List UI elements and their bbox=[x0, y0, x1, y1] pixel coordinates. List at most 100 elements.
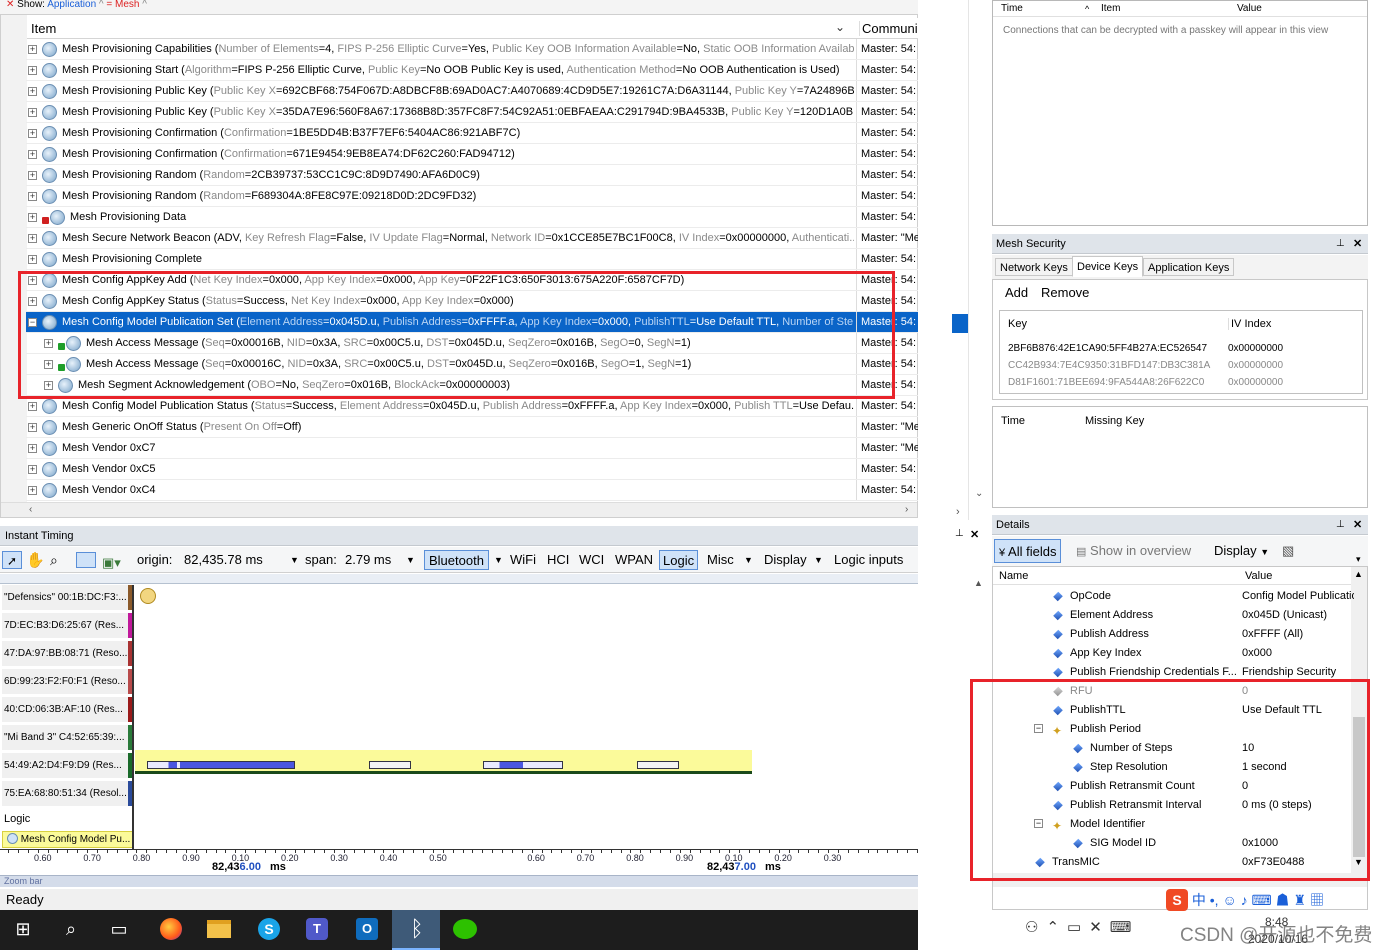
device-lane[interactable]: 7D:EC:B3:D6:25:67 (Res... bbox=[2, 613, 132, 639]
detail-row[interactable]: − ✦ Publish Period bbox=[994, 720, 1354, 739]
caret-up-icon[interactable]: ^ bbox=[1085, 1, 1089, 17]
connections-scrollbar[interactable]: ⌄ bbox=[968, 0, 990, 520]
layout-icon[interactable] bbox=[76, 552, 96, 568]
expand-toggle-icon[interactable]: + bbox=[28, 129, 37, 138]
packet-row[interactable]: + Mesh Provisioning Capabilities (Number o… bbox=[26, 39, 918, 60]
expand-toggle-icon[interactable]: + bbox=[28, 192, 37, 201]
search-icon[interactable]: ⌕ bbox=[56, 912, 86, 946]
display-dropdown[interactable]: Display ▼ bbox=[1214, 536, 1269, 567]
misc-dropdown-icon[interactable]: ▼ bbox=[744, 547, 753, 572]
pan-tool-icon[interactable]: ✋ bbox=[26, 548, 45, 572]
packet-list-scrollbar[interactable]: ‹ › bbox=[1, 502, 917, 517]
packet-row[interactable]: + Mesh Config AppKey Add (Net Key Index=0x… bbox=[26, 270, 918, 291]
task-view-icon[interactable]: ▭ bbox=[104, 912, 134, 946]
teams-icon[interactable]: T bbox=[302, 912, 332, 946]
packet-row[interactable]: + Mesh Provisioning Complete Master: 54: bbox=[26, 249, 918, 270]
expand-toggle-icon[interactable]: + bbox=[28, 423, 37, 432]
packet-row[interactable]: + Mesh Provisioning Start (Algorithm=FIPS … bbox=[26, 60, 918, 81]
volume-mute-icon[interactable]: ✕ bbox=[1089, 919, 1110, 936]
punctuation-icon[interactable]: •, bbox=[1210, 892, 1219, 908]
filter-mesh[interactable]: Mesh bbox=[115, 0, 139, 10]
expand-toggle-icon[interactable]: + bbox=[28, 150, 37, 159]
detail-row[interactable]: TransMIC 0xF73E0488 bbox=[994, 853, 1354, 872]
expand-toggle-icon[interactable]: + bbox=[28, 486, 37, 495]
tab-hci[interactable]: HCI bbox=[547, 547, 569, 572]
sogou-icon[interactable]: S bbox=[1166, 889, 1188, 911]
packet-block[interactable] bbox=[369, 761, 411, 769]
bluetooth-dropdown-icon[interactable]: ▼ bbox=[494, 547, 503, 572]
tab-wifi[interactable]: WiFi bbox=[510, 547, 536, 572]
detail-row[interactable]: Number of Steps 10 bbox=[994, 739, 1354, 758]
details-hscrollbar[interactable] bbox=[993, 873, 1367, 887]
packet-row[interactable]: + Mesh Vendor 0xC4 Master: 54: bbox=[26, 480, 918, 501]
packet-row[interactable]: + Mesh Provisioning Confirmation (Confirma… bbox=[26, 123, 918, 144]
col-value-header[interactable]: Value bbox=[1245, 567, 1272, 585]
show-overview-button[interactable]: ▤ Show in overview bbox=[1076, 536, 1191, 567]
logic-item[interactable]: Mesh Config Model Pu... bbox=[2, 831, 133, 848]
origin-input[interactable]: 82,435.78 ms bbox=[184, 547, 263, 572]
packet-block[interactable] bbox=[483, 761, 563, 769]
device-lane[interactable]: "Defensics" 00:1B:DC:F3:... bbox=[2, 585, 132, 611]
tab-device-keys[interactable]: Device Keys bbox=[1072, 256, 1144, 277]
tab-misc[interactable]: Misc bbox=[707, 547, 734, 572]
firefox-icon[interactable] bbox=[156, 912, 186, 946]
tab-application-keys[interactable]: Application Keys bbox=[1143, 258, 1235, 276]
device-lane[interactable]: 54:49:A2:D4:F9:D9 (Res... bbox=[2, 753, 132, 779]
marker-icon[interactable]: ▣▾ bbox=[102, 550, 121, 572]
tab-display[interactable]: Display bbox=[764, 547, 807, 572]
collapse-toggle-icon[interactable]: − bbox=[1034, 724, 1043, 733]
detail-row[interactable]: Publish Retransmit Interval 0 ms (0 steps… bbox=[994, 796, 1354, 815]
detail-row[interactable]: OpCode Config Model Publicatio bbox=[994, 587, 1354, 606]
expand-toggle-icon[interactable]: + bbox=[28, 255, 37, 264]
detail-row[interactable]: − ✦ Model Identifier bbox=[994, 815, 1354, 834]
remove-button[interactable]: Remove bbox=[1041, 285, 1089, 300]
packet-row[interactable]: + Mesh Provisioning Public Key (Public Key… bbox=[26, 102, 918, 123]
all-fields-button[interactable]: ¥ All fields bbox=[994, 539, 1062, 563]
origin-dropdown-icon[interactable]: ▼ bbox=[290, 547, 299, 572]
file-explorer-icon[interactable] bbox=[204, 912, 234, 946]
detail-row[interactable]: Step Resolution 1 second bbox=[994, 758, 1354, 777]
tab-bluetooth[interactable]: Bluetooth bbox=[424, 550, 489, 570]
expand-toggle-icon[interactable]: + bbox=[28, 171, 37, 180]
pin-icon[interactable]: ⊥ bbox=[1336, 515, 1345, 535]
detail-row[interactable]: Publish Friendship Credentials F... Frien… bbox=[994, 663, 1354, 682]
windows-start-icon[interactable]: ⊞ bbox=[8, 912, 38, 946]
scroll-right-icon[interactable]: › bbox=[956, 506, 960, 518]
key-row[interactable]: D81F1601:71BEE694:9FA544A8:26F622C0 0x000… bbox=[1006, 374, 1356, 391]
col-missing-key-header[interactable]: Missing Key bbox=[1085, 415, 1144, 427]
packet-row[interactable]: + Mesh Provisioning Data Master: 54: bbox=[26, 207, 918, 228]
people-icon[interactable]: ⚇ bbox=[1025, 919, 1046, 936]
expand-toggle-icon[interactable]: + bbox=[44, 360, 53, 369]
network-icon[interactable]: ▭ bbox=[1067, 919, 1089, 936]
grid-icon[interactable]: ▦ bbox=[1310, 892, 1324, 908]
ime-mode[interactable]: 中 bbox=[1192, 892, 1206, 908]
packet-row[interactable]: + Mesh Secure Network Beacon (ADV, Key Ref… bbox=[26, 228, 918, 249]
device-lane[interactable]: 75:EA:68:80:51:34 (Resol... bbox=[2, 781, 132, 807]
emoji-icon[interactable]: ☺ bbox=[1222, 892, 1236, 908]
expand-toggle-icon[interactable]: + bbox=[28, 444, 37, 453]
close-icon[interactable]: ✕ bbox=[970, 528, 979, 541]
packet-row[interactable]: + Mesh Vendor 0xC5 Master: 54: bbox=[26, 459, 918, 480]
chevron-up-icon[interactable]: ⌃ bbox=[1046, 919, 1067, 936]
pin-icon[interactable]: ⊥ bbox=[1336, 234, 1345, 254]
scroll-right-icon[interactable]: › bbox=[905, 504, 908, 515]
wechat-icon[interactable] bbox=[450, 912, 480, 946]
pin-icon[interactable]: ⊥ bbox=[955, 528, 964, 539]
close-filter-icon[interactable]: ✕ bbox=[6, 0, 14, 10]
skin-icon[interactable]: ☗ bbox=[1276, 892, 1290, 908]
device-lane[interactable]: 40:CD:06:3B:AF:10 (Res... bbox=[2, 697, 132, 723]
expand-toggle-icon[interactable]: + bbox=[28, 297, 37, 306]
key-row[interactable]: 2BF6B876:42E1CA90:5FF4B27A:EC526547 0x000… bbox=[1006, 340, 1356, 357]
detail-row[interactable]: App Key Index 0x000 bbox=[994, 644, 1354, 663]
detail-row[interactable]: SIG Model ID 0x1000 bbox=[994, 834, 1354, 853]
export-icon[interactable]: ▧ bbox=[1282, 536, 1294, 566]
expand-toggle-icon[interactable]: + bbox=[28, 108, 37, 117]
packet-row[interactable]: + Mesh Provisioning Random (Random=2CB3973… bbox=[26, 165, 918, 186]
zoom-tool-icon[interactable]: ⌕ bbox=[50, 547, 58, 572]
tab-wci[interactable]: WCI bbox=[579, 547, 604, 572]
tab-logic-inputs[interactable]: Logic inputs bbox=[834, 547, 903, 572]
key-row[interactable]: CC42B934:7E4C9350:31BFD147:DB3C381A 0x000… bbox=[1006, 357, 1356, 374]
packet-row-selected[interactable]: − Mesh Config Model Publication Set (Eleme… bbox=[26, 312, 918, 333]
col-value-header[interactable]: Value bbox=[1237, 1, 1262, 17]
scroll-left-icon[interactable]: ‹ bbox=[29, 504, 32, 515]
